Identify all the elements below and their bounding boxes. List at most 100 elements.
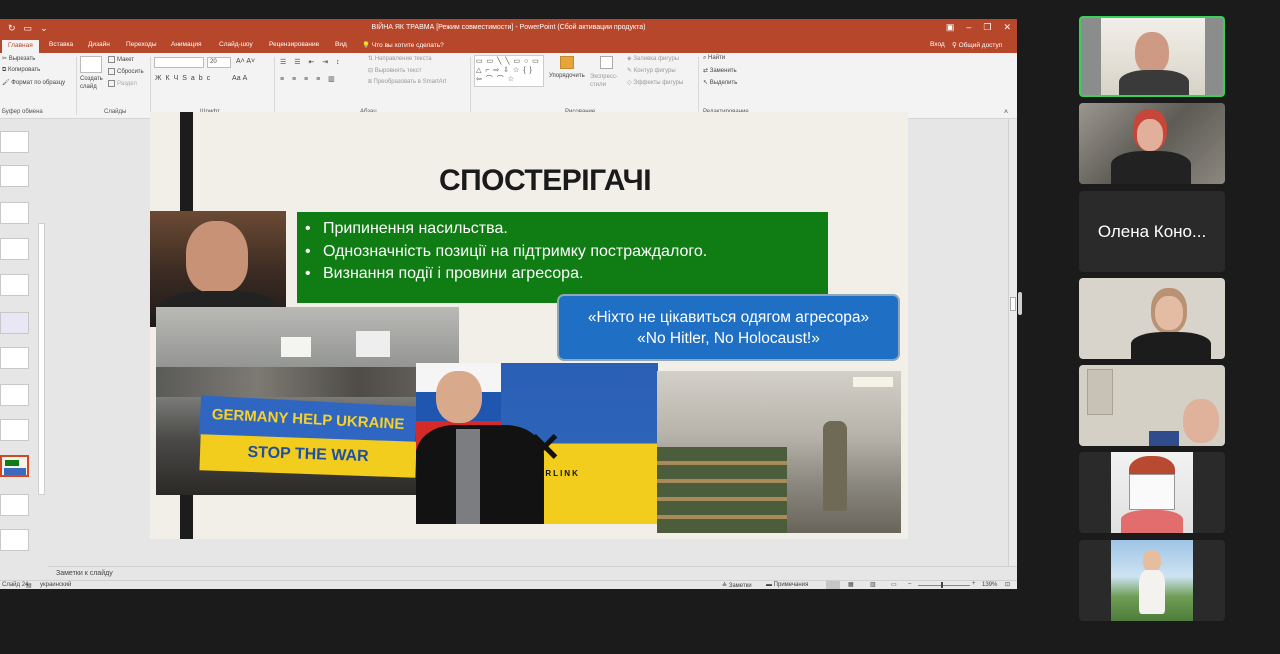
- tab-view[interactable]: Вид: [335, 41, 347, 48]
- slide-thumbnail[interactable]: [0, 347, 29, 369]
- slide-thumbnail[interactable]: [0, 274, 29, 296]
- reset-button[interactable]: Сбросить: [108, 68, 144, 75]
- align-buttons[interactable]: ≡ ≡ ≡ ≡ ▥: [280, 75, 338, 83]
- font-size-field[interactable]: 20: [207, 57, 231, 68]
- new-slide-icon[interactable]: [80, 56, 102, 73]
- shape-effects-button[interactable]: ◇ Эффекты фигуры: [627, 79, 683, 86]
- notes-pane[interactable]: Заметки к слайду: [48, 566, 1017, 580]
- shapes-gallery[interactable]: ▭ ▭ ╲ ╲ ▭ ○ ▭ △ ⌐ ⇨ ⇩ ☆ { } ⇦ ⌒ ⌒ ☆: [474, 55, 544, 87]
- slide-scrollbar[interactable]: [1008, 119, 1017, 566]
- arrange-button[interactable]: Упорядочить: [549, 73, 585, 79]
- reading-view-button[interactable]: ▥: [870, 581, 876, 588]
- font-grow-icon[interactable]: A˄ A˅: [236, 58, 255, 65]
- format-painter-button[interactable]: 🖌 Формат по образцу: [2, 79, 65, 86]
- zoom-in-button[interactable]: +: [972, 581, 976, 587]
- quick-styles-button[interactable]: Экспресс-стили: [590, 73, 620, 89]
- align-text-button[interactable]: ⊟ Выровнять текст: [368, 67, 421, 74]
- spellcheck-icon[interactable]: ▤: [26, 582, 32, 589]
- find-label: Найти: [708, 55, 726, 61]
- participant-tile[interactable]: [1079, 540, 1225, 621]
- tell-me-search[interactable]: 💡 Что вы хотите сделать?: [362, 41, 444, 49]
- restore-icon[interactable]: ❐: [983, 22, 991, 33]
- select-button[interactable]: ↖ Выделить: [703, 79, 737, 86]
- zoom-slider-handle[interactable]: [941, 582, 943, 588]
- participant-tile[interactable]: [1079, 365, 1225, 446]
- participant-tile[interactable]: [1079, 278, 1225, 359]
- zoom-out-button[interactable]: –: [908, 581, 911, 587]
- starlink-label: STARLINK: [524, 469, 580, 478]
- slide-thumbnail[interactable]: [0, 312, 29, 334]
- slide-thumbnail[interactable]: [0, 165, 29, 187]
- effects-icon: ◇: [627, 80, 632, 86]
- shape-fill-button[interactable]: ◈ Заливка фигуры: [627, 55, 679, 62]
- participant-tile[interactable]: [1079, 452, 1225, 533]
- shape-outline-button[interactable]: ✎ Контур фигуры: [627, 67, 676, 74]
- tab-home[interactable]: Главная: [2, 40, 39, 53]
- participant-body: [1131, 332, 1211, 359]
- split-handle[interactable]: [1018, 292, 1022, 315]
- bullet-item: • Визнання події і провини агресора.: [305, 265, 584, 282]
- font-format-buttons[interactable]: ЖКЧSabc: [155, 75, 214, 82]
- notes-toggle[interactable]: ≙ Заметки: [722, 582, 752, 589]
- starlink-logo-icon: ✕: [528, 426, 562, 470]
- slide-thumbnail[interactable]: [0, 494, 29, 516]
- slideshow-view-button[interactable]: ▭: [891, 581, 897, 588]
- zoom-level[interactable]: 139%: [982, 582, 997, 588]
- comments-toggle[interactable]: ▬ Примечания: [766, 582, 808, 588]
- slide-thumbnail[interactable]: [0, 419, 29, 441]
- new-slide-button[interactable]: Создать слайд: [80, 75, 104, 91]
- participant-face: [1137, 119, 1163, 151]
- replace-button[interactable]: ⇄ Заменить: [703, 67, 737, 74]
- slide-thumbnail[interactable]: [0, 529, 29, 551]
- fit-slide-icon[interactable]: ⊡: [1005, 581, 1010, 588]
- current-slide[interactable]: СПОСТЕРІГАЧІ • Припинення насильства. • Од…: [150, 112, 908, 539]
- tab-slideshow[interactable]: Слайд-шоу: [219, 41, 253, 48]
- participant-tile[interactable]: [1079, 16, 1225, 97]
- slide-thumbnail[interactable]: [0, 384, 29, 406]
- normal-view-button[interactable]: [826, 581, 840, 589]
- text-direction-button[interactable]: ⇅ Направление текста: [368, 55, 432, 62]
- participant-body: [1111, 151, 1191, 184]
- slide-thumbnail[interactable]: [0, 238, 29, 260]
- tab-animations[interactable]: Анимация: [171, 41, 202, 48]
- language-indicator[interactable]: украинский: [40, 582, 71, 588]
- section-button[interactable]: Раздел: [108, 80, 137, 87]
- shape-fill-label: Заливка фигуры: [633, 56, 680, 62]
- sorter-view-button[interactable]: ▦: [848, 581, 854, 588]
- collapse-ribbon-icon[interactable]: ˄: [1004, 109, 1008, 116]
- slide-title: СПОСТЕРІГАЧІ: [438, 164, 652, 197]
- font-color-icon[interactable]: Аа A: [232, 75, 247, 82]
- participant-tile[interactable]: Олена Коно...: [1079, 191, 1225, 272]
- zoom-slider[interactable]: [918, 585, 970, 586]
- minimize-icon[interactable]: –: [966, 22, 971, 33]
- signin-link[interactable]: Вход: [930, 41, 945, 48]
- layout-button[interactable]: Макет: [108, 56, 134, 63]
- find-button[interactable]: ⌕ Найти: [703, 55, 725, 62]
- tab-transitions[interactable]: Переходы: [126, 41, 157, 48]
- ribbon-display-icon[interactable]: ▣: [946, 22, 955, 33]
- smartart-button[interactable]: ⧈ Преобразовать в SmartArt: [368, 79, 446, 86]
- participant-tile[interactable]: [1079, 103, 1225, 184]
- portrait-face: [186, 221, 248, 293]
- thumbnail-scrollbar[interactable]: [38, 223, 45, 495]
- font-name-field[interactable]: [154, 57, 204, 68]
- quote-line-1: «Ніхто не цікавиться одягом агресора»: [587, 309, 870, 326]
- copy-button[interactable]: ⧉ Копировать: [2, 67, 40, 74]
- scroll-thumb[interactable]: [1010, 297, 1016, 311]
- slide-thumbnail[interactable]: [0, 131, 29, 153]
- tab-review[interactable]: Рецензирование: [269, 41, 319, 48]
- separator: [274, 57, 275, 115]
- slide-thumbnail[interactable]: [0, 202, 29, 224]
- slide-thumbnail-selected[interactable]: [0, 455, 29, 477]
- close-icon[interactable]: ✕: [1003, 22, 1011, 33]
- align-text-label: Выровнять текст: [374, 68, 422, 74]
- tab-design[interactable]: Дизайн: [88, 41, 110, 48]
- slides-group-label: Слайды: [104, 109, 127, 115]
- cut-button[interactable]: ✂ Вырезать: [2, 55, 35, 62]
- tab-insert[interactable]: Вставка: [49, 41, 73, 48]
- list-buttons[interactable]: ☰ ☰ ⇤ ⇥ ↕: [280, 58, 343, 66]
- separator: [698, 57, 699, 115]
- participant-body: [1121, 510, 1183, 533]
- protest-sign: [356, 331, 390, 357]
- share-button[interactable]: ⚲ Общий доступ: [952, 41, 1002, 49]
